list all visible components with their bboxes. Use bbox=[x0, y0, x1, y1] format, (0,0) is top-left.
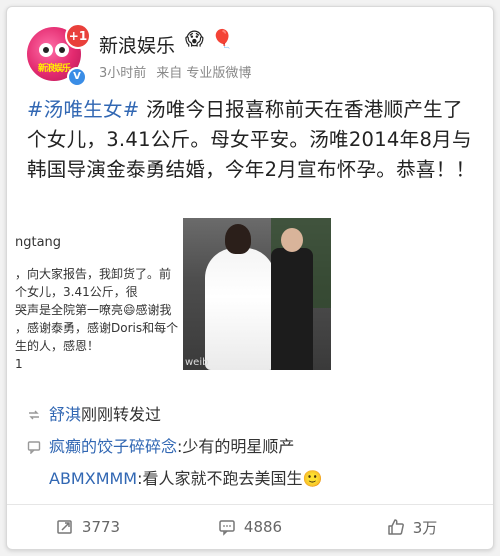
repost-text: 刚刚转发过 bbox=[81, 405, 162, 424]
repost-user-link[interactable]: 舒淇 bbox=[49, 405, 81, 424]
comment-item: 疯癫的饺子碎碎念:少有的明星顺产 bbox=[27, 433, 294, 457]
post-time: 3小时前 bbox=[99, 66, 147, 81]
comment-button[interactable]: 4886 bbox=[169, 505, 331, 549]
post-image-wedding-photo[interactable]: weib bbox=[183, 218, 331, 370]
image-text-line: 个女儿，3.41公斤，很 bbox=[15, 285, 138, 299]
avatar[interactable]: 新浪娱乐 +1 V bbox=[27, 23, 91, 87]
repost-button[interactable]: 3773 bbox=[7, 505, 169, 549]
photo-bride-dress bbox=[205, 248, 275, 370]
post-meta: 3小时前 来自 专业版微博 bbox=[99, 62, 251, 81]
username[interactable]: 新浪娱乐 bbox=[99, 31, 175, 58]
comment-text: :少有的明星顺产 bbox=[177, 437, 295, 456]
weibo-post-card: 新浪娱乐 +1 V 新浪娱乐 😱 🎈 3小时前 来自 专业版微博 #汤唯生女# 汤… bbox=[6, 6, 494, 550]
scream-emoji-icon: 😱 bbox=[185, 29, 204, 50]
post-source: 来自 专业版微博 bbox=[156, 66, 252, 81]
avatar-eye-left bbox=[39, 43, 53, 57]
comment-user-link[interactable]: ABMXMMM bbox=[49, 469, 137, 488]
verified-icon: V bbox=[67, 67, 87, 87]
repost-icon bbox=[57, 520, 72, 534]
comment-small-icon bbox=[27, 441, 41, 454]
comment-user-link[interactable]: 疯癫的饺子碎碎念 bbox=[49, 437, 177, 456]
repost-count: 3773 bbox=[81, 518, 121, 536]
image-account-name: ngtang bbox=[15, 235, 62, 250]
hashtag-link[interactable]: #汤唯生女# bbox=[27, 98, 139, 121]
notification-badge: +1 bbox=[65, 23, 91, 49]
image-text-line: 生的人，感恩！ bbox=[15, 339, 100, 353]
action-bar: 3773 4886 3万 bbox=[7, 505, 493, 549]
image-text-line: ，感谢泰勇，感谢Doris和每个 bbox=[15, 321, 179, 335]
photo-bride-head bbox=[225, 224, 251, 254]
repost-notice: 舒淇刚刚转发过 bbox=[27, 401, 161, 425]
comment-count: 4886 bbox=[243, 518, 283, 536]
avatar-eye-right bbox=[55, 43, 69, 57]
comment-icon bbox=[219, 520, 235, 536]
post-text: #汤唯生女# 汤唯今日报喜称前天在香港顺产生了个女儿，3.41公斤。母女平安。汤… bbox=[27, 95, 482, 185]
image-text-line: 哭声是全院第一嘹亮😄感谢我 bbox=[15, 303, 172, 317]
balloon-emoji-icon: 🎈 bbox=[211, 29, 234, 50]
image-text-line: ，向大家报告，我卸货了。前 bbox=[15, 267, 172, 281]
photo-watermark: weib bbox=[185, 357, 209, 368]
comment-item: ABMXMMM:看人家就不跑去美国生🙂 bbox=[49, 465, 322, 489]
like-count: 3万 bbox=[412, 518, 438, 537]
repost-small-icon bbox=[29, 410, 39, 420]
post-image-text-screenshot[interactable]: ngtang ，向大家报告，我卸货了。前 个女儿，3.41公斤，很 哭声是全院第… bbox=[7, 218, 183, 370]
comment-text: :看人家就不跑去美国生🙂 bbox=[137, 469, 323, 488]
photo-groom-face bbox=[281, 228, 303, 252]
photo-groom-suit bbox=[271, 248, 313, 370]
thumbs-up-icon bbox=[387, 519, 404, 535]
image-text-line: 1 bbox=[15, 357, 23, 370]
like-button[interactable]: 3万 bbox=[331, 505, 493, 549]
